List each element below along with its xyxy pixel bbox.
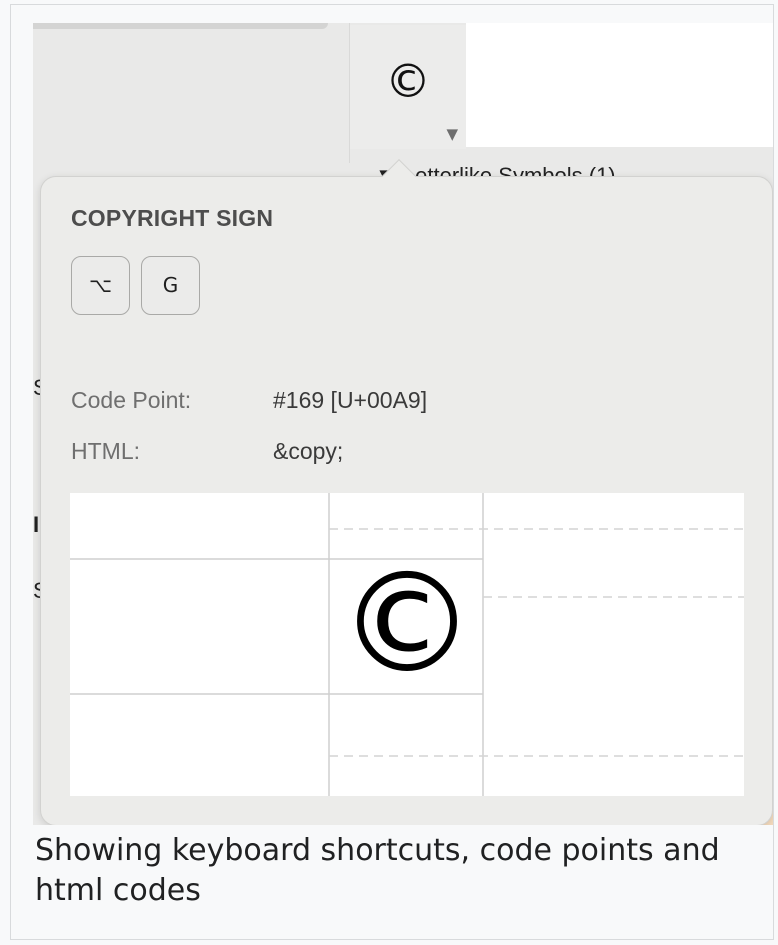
g-key: G xyxy=(141,256,200,315)
code-point-value: #169 [U+00A9] xyxy=(273,387,428,413)
option-key-icon: ⌥ xyxy=(71,256,130,315)
preview-glyph: © xyxy=(338,543,476,704)
character-viewer-screenshot: © ▼ ▼ Letterlike Symbols (1) S I S COPYR… xyxy=(33,23,773,825)
selected-character-tile[interactable]: © ▼ xyxy=(350,25,466,149)
character-info-popover: COPYRIGHT SIGN ⌥ G Code Point: #169 [U+0… xyxy=(40,159,773,825)
code-point-label: Code Point: xyxy=(71,387,192,413)
character-detail-panel xyxy=(466,23,773,147)
html-label: HTML: xyxy=(71,438,140,464)
top-bar-shadow xyxy=(33,23,328,29)
image-frame: © ▼ ▼ Letterlike Symbols (1) S I S COPYR… xyxy=(10,4,774,940)
html-value: &copy; xyxy=(273,438,344,464)
character-name: COPYRIGHT SIGN xyxy=(71,205,274,231)
glyph-preview: © xyxy=(70,493,744,796)
list-item-partial: I xyxy=(33,512,40,537)
selected-character-glyph: © xyxy=(385,54,431,108)
chevron-down-icon[interactable]: ▼ xyxy=(446,125,458,143)
image-caption: Showing keyboard shortcuts, code points … xyxy=(35,833,720,908)
